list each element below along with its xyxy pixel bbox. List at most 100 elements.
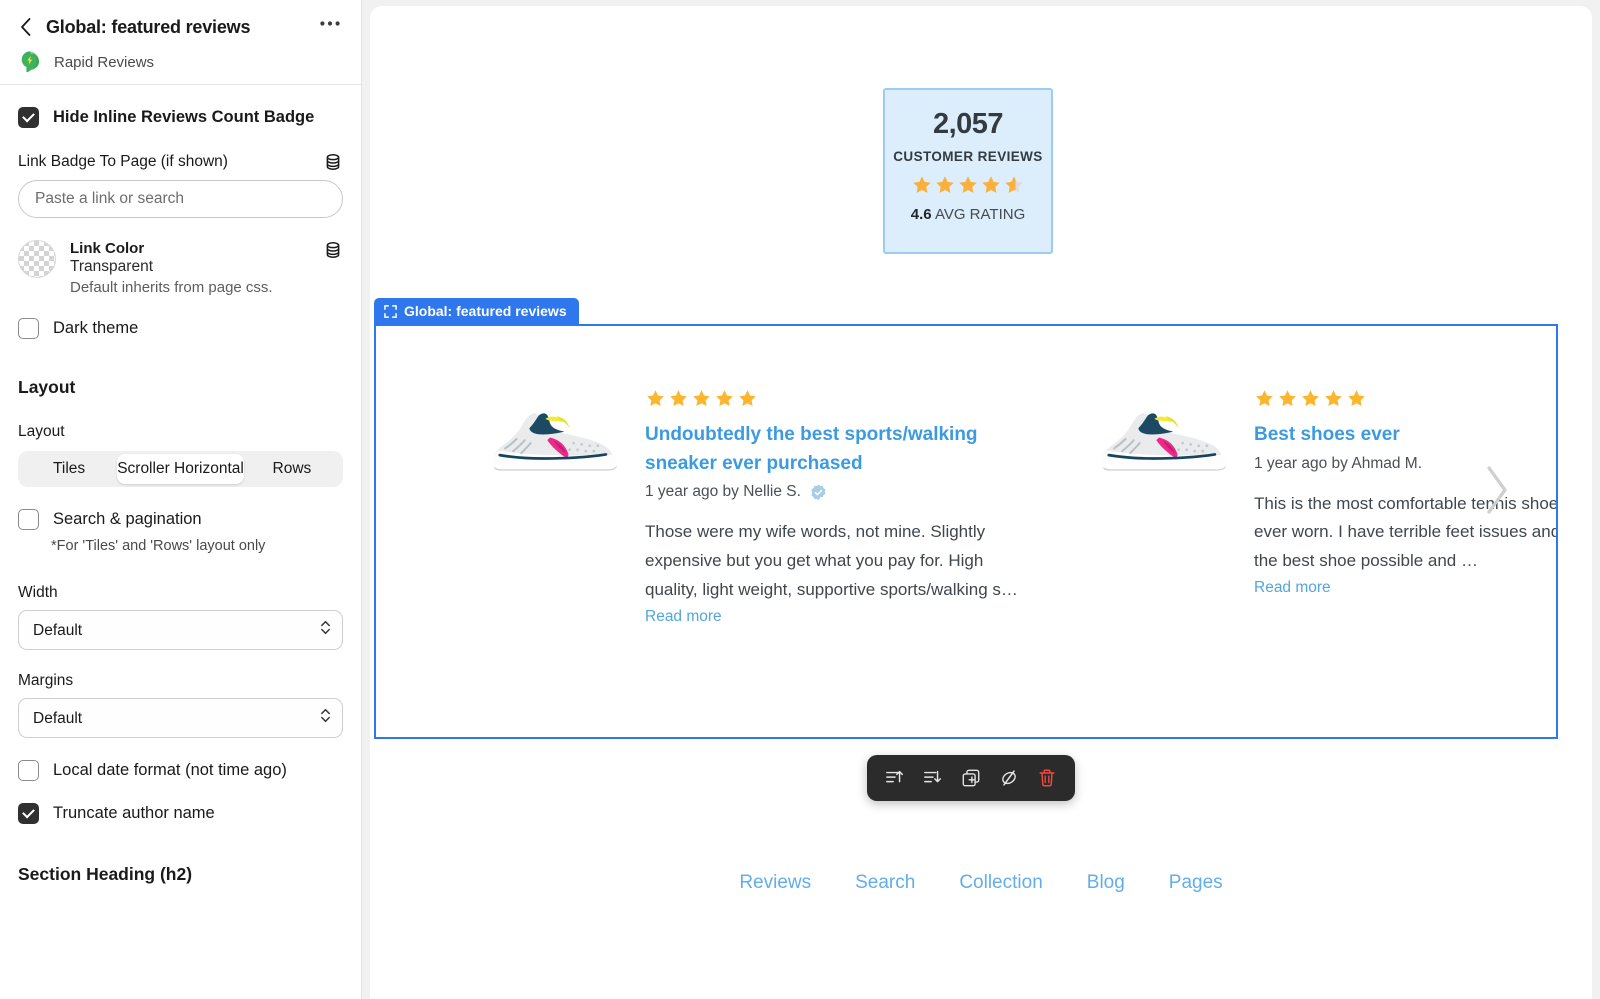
frame-select-icon — [384, 304, 397, 318]
review-title[interactable]: Undoubtedly the best sports/walking snea… — [645, 421, 1025, 478]
link-color-swatch[interactable] — [18, 240, 56, 278]
star-icon — [739, 390, 756, 407]
local-date-label: Local date format (not time ago) — [53, 761, 287, 779]
star-half-icon — [1005, 176, 1023, 193]
footer-link-reviews[interactable]: Reviews — [739, 872, 811, 894]
block-toolbar[interactable] — [867, 755, 1075, 801]
margins-select[interactable]: Default — [18, 698, 343, 738]
star-icon — [936, 176, 954, 193]
review-body: Those were my wife words, not mine. Slig… — [645, 522, 1018, 599]
margins-select-wrap: Default — [18, 698, 343, 738]
app-row[interactable]: Rapid Reviews — [14, 50, 343, 74]
layout-option-scroller-horizontal[interactable]: Scroller Horizontal — [117, 454, 244, 484]
review-meta-text: 1 year ago by Nellie S. — [645, 483, 801, 500]
search-pagination-label: Search & pagination — [53, 510, 202, 528]
sidebar-body: Hide Inline Reviews Count Badge Link Bad… — [0, 85, 361, 999]
app-root: Global: featured reviews Rapid Reviews H… — [0, 0, 1600, 999]
link-badge-input[interactable] — [18, 180, 343, 218]
star-icon — [1256, 390, 1273, 407]
sidebar-title-row: Global: featured reviews — [14, 14, 343, 40]
hide-eye-icon[interactable] — [995, 764, 1023, 792]
footer-link-blog[interactable]: Blog — [1087, 872, 1125, 894]
star-icon — [647, 390, 664, 407]
dark-theme-label: Dark theme — [53, 319, 139, 337]
selected-section-label: Global: featured reviews — [404, 303, 567, 319]
search-pagination-checkbox[interactable] — [18, 509, 39, 530]
layout-segmented-control[interactable]: Tiles Scroller Horizontal Rows — [18, 451, 343, 487]
trash-icon[interactable] — [1033, 764, 1061, 792]
selected-section-tab[interactable]: Global: featured reviews — [374, 298, 579, 324]
dark-theme-row[interactable]: Dark theme — [18, 318, 343, 339]
link-badge-field: Link Badge To Page (if shown) — [18, 152, 343, 218]
search-pagination-row[interactable]: Search & pagination — [18, 509, 343, 530]
review-read-more-link[interactable]: Read more — [645, 608, 1025, 626]
preview-area: 2,057 CUSTOMER REVIEWS 4.6 AVG RATING Gl… — [362, 0, 1600, 999]
review-product-image — [1095, 396, 1230, 482]
hide-inline-badge-label: Hide Inline Reviews Count Badge — [53, 108, 315, 126]
featured-reviews-section[interactable]: Undoubtedly the best sports/walking snea… — [374, 324, 1558, 739]
layout-option-tiles[interactable]: Tiles — [21, 454, 117, 484]
badge-star-rating — [911, 174, 1025, 196]
review-content: Undoubtedly the best sports/walking snea… — [645, 388, 1025, 626]
truncate-author-row[interactable]: Truncate author name — [18, 803, 343, 824]
hide-inline-badge-row[interactable]: Hide Inline Reviews Count Badge — [18, 107, 343, 128]
hide-inline-badge-checkbox[interactable] — [18, 107, 39, 128]
sidebar-header: Global: featured reviews Rapid Reviews — [0, 0, 361, 84]
review-meta: 1 year ago by Nellie S. — [645, 483, 1025, 501]
move-down-icon[interactable] — [919, 764, 947, 792]
star-icon — [913, 176, 931, 193]
review-star-rating — [1254, 388, 1556, 409]
preview-canvas: 2,057 CUSTOMER REVIEWS 4.6 AVG RATING Gl… — [370, 6, 1592, 999]
avg-rating: 4.6 AVG RATING — [911, 206, 1026, 223]
width-select-wrap: Default — [18, 610, 343, 650]
footer-link-search[interactable]: Search — [855, 872, 915, 894]
link-color-text: Link Color Transparent Default inherits … — [70, 240, 309, 296]
local-date-row[interactable]: Local date format (not time ago) — [18, 760, 343, 781]
app-name: Rapid Reviews — [54, 53, 155, 71]
star-icon — [693, 390, 710, 407]
duplicate-icon[interactable] — [957, 764, 985, 792]
avg-rating-value: 4.6 — [910, 206, 932, 223]
link-color-value: Transparent — [70, 258, 153, 275]
local-date-checkbox[interactable] — [18, 760, 39, 781]
star-icon — [1348, 390, 1365, 407]
star-icon — [1279, 390, 1296, 407]
truncate-author-checkbox[interactable] — [18, 803, 39, 824]
link-badge-label-row: Link Badge To Page (if shown) — [18, 152, 343, 172]
width-label: Width — [18, 584, 58, 601]
layout-section-heading: Layout — [18, 377, 76, 397]
database-icon[interactable] — [323, 152, 343, 172]
review-title[interactable]: Best shoes ever — [1254, 421, 1556, 450]
star-icon — [1325, 390, 1342, 407]
chevron-left-icon[interactable] — [14, 16, 36, 38]
dark-theme-checkbox[interactable] — [18, 318, 39, 339]
layout-field-label: Layout — [18, 423, 65, 440]
review-star-rating — [645, 388, 1025, 409]
review-meta: 1 year ago by Ahmad M. — [1254, 454, 1556, 473]
star-icon — [982, 176, 1000, 193]
link-color-name: Link Color — [70, 240, 145, 257]
star-icon — [670, 390, 687, 407]
footer-nav: Reviews Search Collection Blog Pages — [370, 872, 1592, 894]
reviews-scroller[interactable]: Undoubtedly the best sports/walking snea… — [376, 326, 1556, 626]
chevron-right-icon[interactable] — [1484, 464, 1510, 521]
review-meta-text: 1 year ago by Ahmad M. — [1254, 454, 1423, 472]
database-icon[interactable] — [323, 240, 343, 260]
search-pagination-hint: *For 'Tiles' and 'Rows' layout only — [51, 538, 266, 554]
width-select[interactable]: Default — [18, 610, 343, 650]
review-content: Best shoes ever 1 year ago by Ahmad M. T… — [1254, 388, 1556, 626]
section-heading-h2-label: Section Heading (h2) — [18, 864, 193, 884]
layout-option-rows[interactable]: Rows — [244, 454, 340, 484]
footer-link-pages[interactable]: Pages — [1169, 872, 1223, 894]
margins-label: Margins — [18, 672, 74, 689]
page-title: Global: featured reviews — [46, 16, 251, 37]
link-color-row: Link Color Transparent Default inherits … — [18, 240, 343, 296]
review-read-more-link[interactable]: Read more — [1254, 579, 1556, 597]
truncate-author-label: Truncate author name — [53, 804, 215, 822]
star-icon — [959, 176, 977, 193]
ellipsis-icon[interactable] — [317, 14, 343, 40]
footer-link-collection[interactable]: Collection — [959, 872, 1042, 894]
link-color-hint: Default inherits from page css. — [70, 279, 273, 296]
move-up-icon[interactable] — [881, 764, 909, 792]
review-card[interactable]: Undoubtedly the best sports/walking snea… — [486, 388, 1025, 626]
